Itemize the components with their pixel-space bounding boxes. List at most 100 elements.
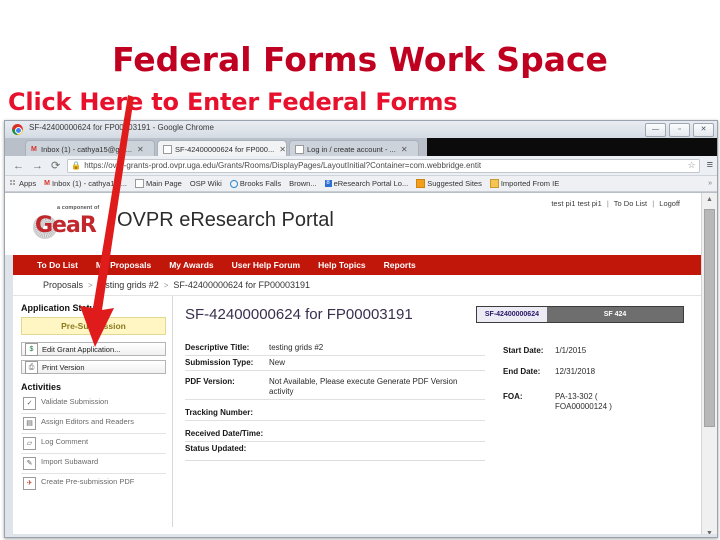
tab-label: SF-42400000624 for FP000...: [175, 145, 275, 154]
activity-validate-submission[interactable]: ✓ Validate Submission: [21, 394, 166, 413]
record-title: SF-42400000624 for FP00003191: [185, 306, 413, 324]
gmail-icon: M: [44, 180, 50, 187]
doc-tab-sf424[interactable]: SF 424: [547, 307, 683, 322]
bookmark-main-page[interactable]: Main Page: [135, 179, 182, 188]
page-icon: [135, 179, 144, 188]
portal-header: a component of GeaR OVPR eResearch Porta…: [5, 193, 702, 255]
bookmark-inbox[interactable]: M Inbox (1) - cathya15 ...: [44, 179, 127, 188]
field-label: PDF Version:: [185, 377, 235, 386]
scroll-up-icon[interactable]: ▲: [702, 193, 717, 206]
pdf-icon: ✈: [23, 477, 36, 490]
browser-window: SF-42400000624 for FP00003191 - Google C…: [4, 120, 718, 538]
activity-label: Validate Submission: [41, 397, 109, 406]
field-start-date: Start Date: 1/1/2015: [503, 343, 692, 359]
logoff-link[interactable]: Logoff: [659, 199, 680, 208]
address-bar[interactable]: 🔒 https://ovpr-grants-prod.ovpr.uga.edu/…: [67, 158, 700, 173]
back-icon[interactable]: ←: [13, 160, 24, 172]
page-body: Application Status Pre-Submission $ Edit…: [13, 296, 702, 527]
current-user: test pi1 test pi1: [551, 199, 602, 208]
chevron-right-icon: >: [88, 280, 93, 290]
header-links: test pi1 test pi1 | To Do List | Logoff: [551, 199, 680, 208]
activity-import-subaward[interactable]: ✎ Import Subaward: [21, 453, 166, 473]
chevron-right-icon: >: [163, 280, 169, 290]
field-value: testing grids #2: [269, 343, 324, 352]
activity-assign-editors-readers[interactable]: ▤ Assign Editors and Readers: [21, 413, 166, 433]
bookmark-apps[interactable]: Apps: [10, 179, 36, 188]
breadcrumb-proposals[interactable]: Proposals: [43, 280, 83, 290]
nav-item-todo-list[interactable]: To Do List: [37, 260, 78, 270]
nav-item-reports[interactable]: Reports: [384, 260, 416, 270]
breadcrumb-testing-grids[interactable]: testing grids #2: [98, 280, 159, 290]
document-tabs[interactable]: SF-42400000624 SF 424: [475, 306, 684, 323]
field-label: Submission Type:: [185, 358, 254, 367]
bookmarks-bar: Apps M Inbox (1) - cathya15 ... Main Pag…: [5, 176, 717, 192]
separator: |: [652, 199, 655, 208]
breadcrumb-current: SF-42400000624 for FP00003191: [173, 280, 311, 290]
field-label: Received Date/Time:: [185, 429, 264, 438]
button-label: Edit Grant Application...: [42, 344, 121, 354]
page-canvas: a component of GeaR OVPR eResearch Porta…: [5, 193, 702, 537]
bookmark-imported-from-ie[interactable]: Imported From IE: [489, 179, 559, 188]
nav-item-user-help-forum[interactable]: User Help Forum: [232, 260, 301, 270]
activity-label: Assign Editors and Readers: [41, 417, 134, 426]
breadcrumb: Proposals > testing grids #2 > SF-424000…: [13, 275, 702, 296]
field-label: FOA:: [503, 392, 523, 401]
bookmark-osp-wiki[interactable]: OSP Wiki: [190, 179, 222, 188]
fields-left-column: Descriptive Title: testing grids #2 Subm…: [185, 341, 485, 461]
browser-tab-sf424[interactable]: SF-42400000624 for FP000... ✕: [157, 140, 287, 156]
browser-tab-inbox[interactable]: M Inbox (1) - cathya15@gm... ✕: [25, 140, 155, 156]
header-todo-link[interactable]: To Do List: [614, 199, 647, 208]
bookmark-suggested-sites[interactable]: Suggested Sites: [416, 179, 482, 188]
lock-icon: 🔒: [71, 161, 82, 170]
activity-label: Log Comment: [41, 437, 89, 446]
field-submission-type: Submission Type: New: [185, 355, 485, 370]
orange-square-icon: [416, 179, 426, 188]
browser-tab-login[interactable]: Log in / create account - ... ✕: [289, 140, 419, 156]
button-label: Print Version: [42, 362, 85, 372]
doc-tab-sf42400000624[interactable]: SF-42400000624: [476, 307, 547, 322]
page-title: Federal Forms Work Space: [112, 40, 608, 79]
application-status-heading: Application Status: [21, 303, 101, 313]
gear-logo: a component of GeaR: [33, 205, 129, 239]
validate-icon: ✓: [23, 397, 36, 410]
print-version-button[interactable]: ⎙ Print Version: [21, 360, 166, 374]
bookmark-star-icon[interactable]: ☆: [688, 160, 696, 171]
field-label: Tracking Number:: [185, 408, 254, 417]
edit-grant-icon: $: [25, 342, 38, 356]
nav-item-help-topics[interactable]: Help Topics: [318, 260, 366, 270]
window-controls[interactable]: — ▫ ✕: [645, 123, 714, 137]
activity-create-presubmission-pdf[interactable]: ✈ Create Pre-submission PDF: [21, 473, 166, 493]
minimize-button[interactable]: —: [645, 123, 666, 137]
tab-label: Inbox (1) - cathya15@gm...: [41, 145, 132, 154]
activity-log-comment[interactable]: ▱ Log Comment: [21, 433, 166, 453]
field-pdf-version: PDF Version: Not Available, Please execu…: [185, 370, 485, 399]
bookmark-label: Inbox (1) - cathya15 ...: [51, 179, 127, 188]
apps-grid-icon: [10, 180, 17, 187]
bookmark-brooks-falls[interactable]: Brooks Falls: [229, 179, 281, 188]
forward-icon[interactable]: →: [32, 160, 43, 172]
close-icon[interactable]: ✕: [401, 145, 408, 154]
reload-icon[interactable]: ⟳: [51, 160, 60, 172]
close-icon[interactable]: ✕: [279, 145, 286, 154]
field-tracking-number: Tracking Number:: [185, 399, 485, 420]
bookmark-label: Brown...: [289, 179, 317, 188]
close-button[interactable]: ✕: [693, 123, 714, 137]
folder-icon: [489, 179, 499, 188]
close-icon[interactable]: ✕: [137, 145, 144, 154]
activity-label: Create Pre-submission PDF: [41, 477, 135, 486]
portal-nav: To Do List My Proposals My Awards User H…: [13, 255, 702, 275]
bookmark-label: eResearch Portal Lo...: [333, 179, 409, 188]
nav-item-my-proposals[interactable]: My Proposals: [96, 260, 151, 270]
logo-tagline: a component of: [57, 205, 100, 211]
edit-grant-application-button[interactable]: $ Edit Grant Application...: [21, 342, 166, 356]
nav-item-my-awards[interactable]: My Awards: [169, 260, 213, 270]
scrollbar-thumb[interactable]: [704, 209, 715, 427]
printer-icon: ⎙: [25, 360, 38, 374]
maximize-button[interactable]: ▫: [669, 123, 690, 137]
separator: |: [606, 199, 609, 208]
chrome-menu-icon[interactable]: ≡: [707, 160, 713, 171]
bookmarks-overflow-icon[interactable]: »: [708, 180, 712, 187]
bookmark-eresearch-portal[interactable]: 8 eResearch Portal Lo...: [324, 179, 409, 188]
vertical-scrollbar[interactable]: ▲ ▼: [701, 193, 717, 537]
bookmark-brown[interactable]: Brown...: [289, 179, 317, 188]
